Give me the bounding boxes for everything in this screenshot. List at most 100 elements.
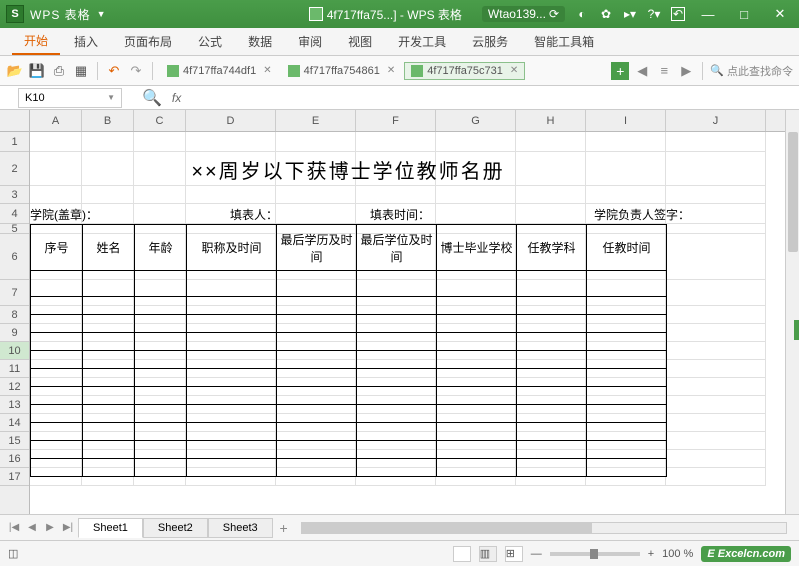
row-header-10[interactable]: 10: [0, 342, 29, 360]
table-cell[interactable]: [83, 351, 135, 369]
table-cell[interactable]: [517, 387, 587, 405]
file-tab-0[interactable]: 4f717ffa744df1✕: [160, 62, 279, 80]
table-cell[interactable]: [135, 423, 187, 441]
table-cell[interactable]: [277, 315, 357, 333]
table-cell[interactable]: [587, 441, 667, 459]
table-cell[interactable]: [517, 315, 587, 333]
table-cell[interactable]: [83, 423, 135, 441]
sheet-tab-Sheet2[interactable]: Sheet2: [143, 518, 208, 538]
close-icon[interactable]: ✕: [510, 65, 518, 76]
col-header-C[interactable]: C: [134, 110, 186, 131]
table-cell[interactable]: [135, 351, 187, 369]
row-header-11[interactable]: 11: [0, 360, 29, 378]
table-cell[interactable]: [277, 333, 357, 351]
table-cell[interactable]: [357, 405, 437, 423]
table-cell[interactable]: [187, 333, 277, 351]
command-search[interactable]: 🔍 点此查找命令: [710, 63, 793, 79]
table-cell[interactable]: [31, 271, 83, 297]
table-cell[interactable]: [83, 459, 135, 477]
sheet-tab-Sheet1[interactable]: Sheet1: [78, 518, 143, 538]
table-cell[interactable]: [437, 387, 517, 405]
row-header-6[interactable]: 6: [0, 234, 29, 280]
open-icon[interactable]: 📂: [6, 62, 24, 80]
table-cell[interactable]: [437, 405, 517, 423]
table-cell[interactable]: [31, 333, 83, 351]
table-cell[interactable]: [135, 441, 187, 459]
skin-icon[interactable]: ✿: [599, 7, 613, 21]
view-break-button[interactable]: ⊞: [505, 546, 523, 562]
table-cell[interactable]: [517, 369, 587, 387]
menu-item-2[interactable]: 页面布局: [112, 28, 184, 55]
table-cell[interactable]: [437, 333, 517, 351]
table-cell[interactable]: [31, 369, 83, 387]
print-icon[interactable]: ⎙: [50, 62, 68, 80]
menu-item-8[interactable]: 云服务: [460, 28, 520, 55]
redo-icon[interactable]: ↷: [127, 62, 145, 80]
table-cell[interactable]: [587, 369, 667, 387]
menu-item-7[interactable]: 开发工具: [386, 28, 458, 55]
table-cell[interactable]: [357, 333, 437, 351]
row-header-14[interactable]: 14: [0, 414, 29, 432]
maximize-button[interactable]: □: [731, 7, 757, 21]
table-cell[interactable]: [357, 369, 437, 387]
row-header-13[interactable]: 13: [0, 396, 29, 414]
table-cell[interactable]: [517, 351, 587, 369]
table-cell[interactable]: [277, 297, 357, 315]
view-normal-button[interactable]: [453, 546, 471, 562]
table-cell[interactable]: [187, 297, 277, 315]
file-tab-2[interactable]: 4f717ffa75c731✕: [404, 62, 525, 80]
table-cell[interactable]: [135, 369, 187, 387]
sheet-nav-next[interactable]: ▶: [42, 522, 58, 533]
sheet-tab-Sheet3[interactable]: Sheet3: [208, 518, 273, 538]
table-cell[interactable]: [31, 405, 83, 423]
table-cell[interactable]: [277, 271, 357, 297]
table-cell[interactable]: [83, 297, 135, 315]
table-cell[interactable]: [135, 459, 187, 477]
table-cell[interactable]: [277, 459, 357, 477]
undo-icon[interactable]: ↶: [105, 62, 123, 80]
split-icon[interactable]: ◫: [8, 547, 18, 560]
sheet-nav-prev[interactable]: ◀: [24, 522, 40, 533]
table-cell[interactable]: [135, 315, 187, 333]
table-cell[interactable]: [517, 423, 587, 441]
close-icon[interactable]: ✕: [263, 65, 271, 76]
help-icon[interactable]: ?▾: [647, 7, 661, 21]
table-cell[interactable]: [83, 315, 135, 333]
table-cell[interactable]: [357, 423, 437, 441]
menu-item-1[interactable]: 插入: [62, 28, 110, 55]
menu-item-3[interactable]: 公式: [186, 28, 234, 55]
name-box[interactable]: K10 ▼: [18, 88, 122, 108]
table-cell[interactable]: [517, 271, 587, 297]
table-cell[interactable]: [517, 405, 587, 423]
table-cell[interactable]: [517, 333, 587, 351]
table-cell[interactable]: [357, 441, 437, 459]
table-cell[interactable]: [83, 369, 135, 387]
table-cell[interactable]: [83, 405, 135, 423]
table-cell[interactable]: [437, 315, 517, 333]
table-cell[interactable]: [83, 441, 135, 459]
col-header-J[interactable]: J: [666, 110, 766, 131]
row-header-17[interactable]: 17: [0, 468, 29, 486]
col-header-A[interactable]: A: [30, 110, 82, 131]
table-cell[interactable]: [135, 387, 187, 405]
table-cell[interactable]: [587, 315, 667, 333]
row-header-7[interactable]: 7: [0, 280, 29, 306]
menu-item-5[interactable]: 审阅: [286, 28, 334, 55]
table-cell[interactable]: [187, 351, 277, 369]
table-cell[interactable]: [357, 297, 437, 315]
close-icon[interactable]: ✕: [387, 65, 395, 76]
table-cell[interactable]: [187, 441, 277, 459]
nav-right-icon[interactable]: ▶: [677, 62, 695, 80]
table-cell[interactable]: [587, 271, 667, 297]
feedback-icon[interactable]: ▸▾: [623, 7, 637, 21]
col-header-I[interactable]: I: [586, 110, 666, 131]
table-cell[interactable]: [187, 387, 277, 405]
undo-window-icon[interactable]: ↶: [671, 7, 685, 21]
row-header-16[interactable]: 16: [0, 450, 29, 468]
sheet-nav-last[interactable]: ▶|: [60, 522, 76, 533]
cloud-icon[interactable]: ◐: [575, 7, 589, 21]
table-cell[interactable]: [437, 441, 517, 459]
zoom-slider[interactable]: [550, 552, 640, 556]
col-header-F[interactable]: F: [356, 110, 436, 131]
table-cell[interactable]: [517, 459, 587, 477]
